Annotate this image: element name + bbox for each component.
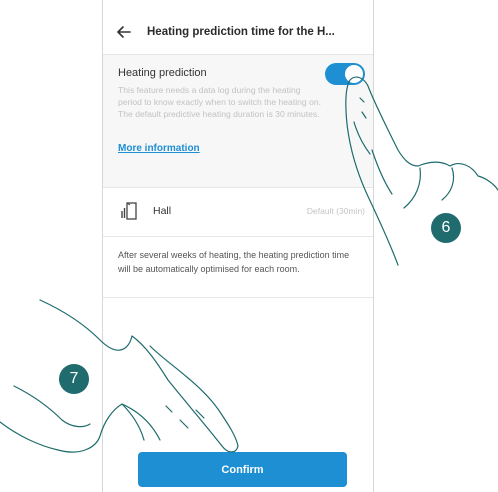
step-badge-6: 6 bbox=[431, 213, 461, 243]
heating-prediction-description: This feature needs a data log during the… bbox=[118, 85, 322, 119]
room-prediction-value: Default (30min) bbox=[306, 206, 365, 216]
app-header: Heating prediction time for the H... bbox=[103, 10, 373, 55]
more-information-link[interactable]: More information bbox=[118, 143, 200, 154]
confirm-button[interactable]: Confirm bbox=[138, 452, 347, 487]
heating-prediction-toggle[interactable] bbox=[325, 63, 365, 85]
page-title: Heating prediction time for the H... bbox=[147, 26, 335, 38]
back-button[interactable] bbox=[107, 10, 141, 54]
room-name: Hall bbox=[153, 205, 172, 217]
heating-prediction-label: Heating prediction bbox=[118, 67, 207, 79]
toggle-knob bbox=[345, 65, 363, 83]
optimisation-note: After several weeks of heating, the heat… bbox=[118, 250, 350, 274]
step-badge-7: 7 bbox=[59, 364, 89, 394]
room-door-icon bbox=[121, 202, 137, 220]
phone-screen: Heating prediction time for the H... Hea… bbox=[102, 0, 374, 492]
arrow-left-icon bbox=[117, 26, 131, 38]
heating-prediction-section: Heating prediction This feature needs a … bbox=[103, 55, 373, 188]
room-row-hall[interactable]: Hall Default (30min) bbox=[103, 188, 373, 237]
section-divider bbox=[103, 297, 373, 298]
